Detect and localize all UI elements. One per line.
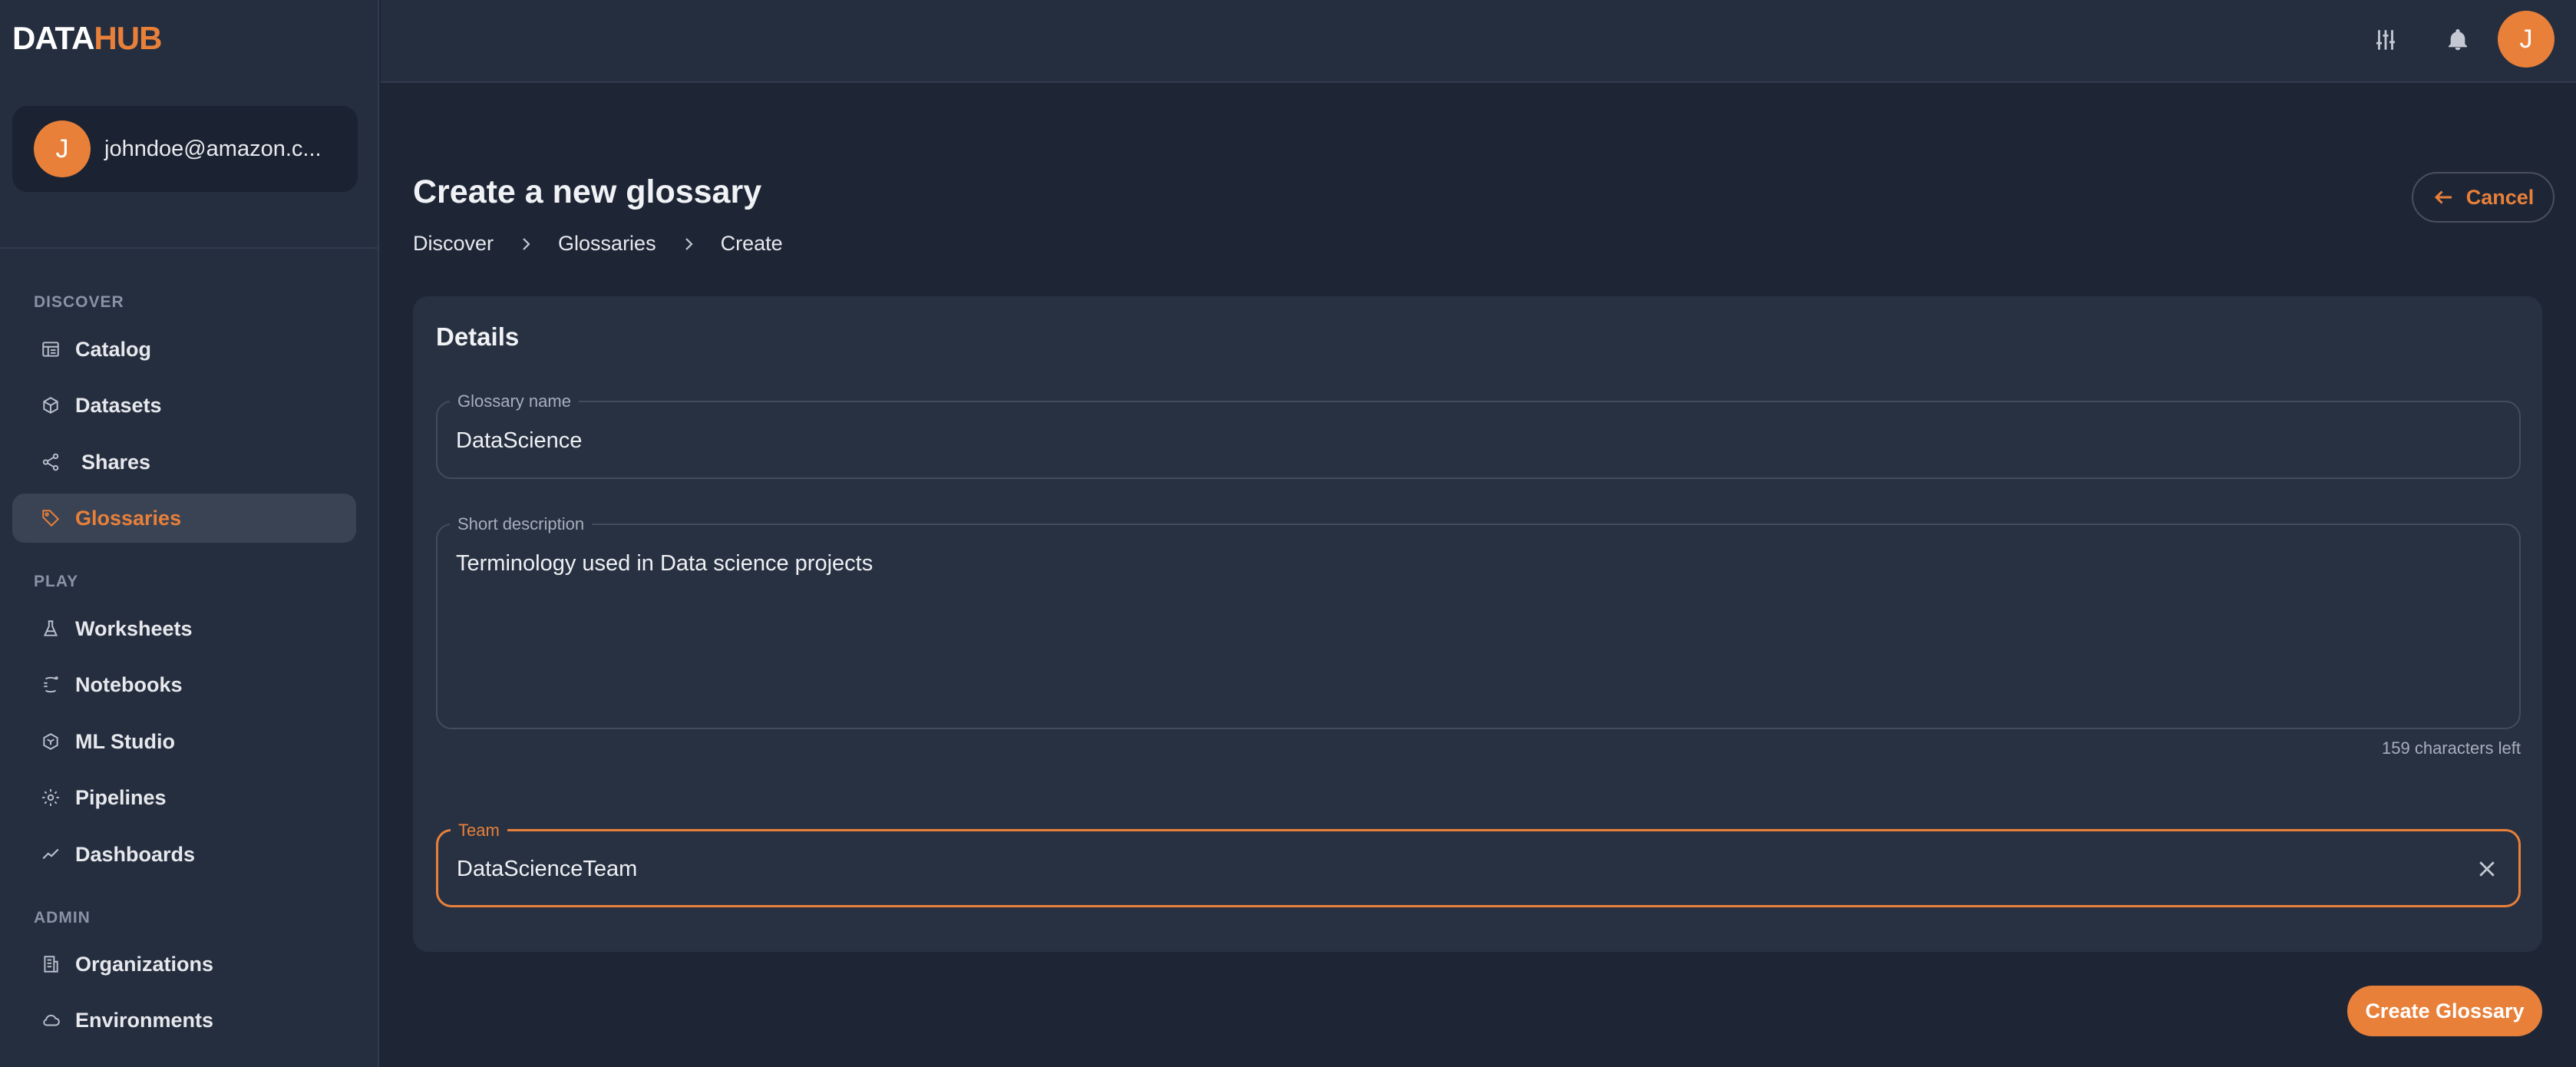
cancel-button[interactable]: Cancel (2412, 172, 2555, 223)
sidebar-item-label: Organizations (75, 952, 214, 976)
sidebar-item-glossaries[interactable]: Glossaries (12, 494, 356, 543)
sidebar-divider (0, 247, 379, 249)
glossary-name-label: Glossary name (450, 391, 579, 411)
sidebar-item-label: Glossaries (75, 506, 182, 530)
sidebar-item-pipelines[interactable]: Pipelines (12, 773, 356, 822)
breadcrumb-item-create: Create (720, 232, 783, 255)
team-field[interactable]: Team DataScienceTeam (436, 821, 2521, 907)
user-avatar-button[interactable]: J (2498, 11, 2555, 68)
sidebar-item-label: Catalog (75, 337, 152, 361)
notebook-icon (40, 674, 61, 695)
sidebar-item-datasets[interactable]: Datasets (12, 381, 356, 430)
cloud-icon (40, 1009, 61, 1031)
logo-text-data: DATA (12, 20, 94, 56)
breadcrumb: Discover Glossaries Create (413, 232, 783, 256)
sidebar-item-label: Shares (81, 450, 151, 474)
sidebar-item-label: ML Studio (75, 729, 175, 753)
card-title: Details (436, 322, 520, 351)
top-header: J (381, 0, 2576, 83)
user-card[interactable]: J johndoe@amazon.c... (12, 106, 358, 192)
glossary-name-field[interactable]: Glossary name DataScience (436, 391, 2521, 479)
chevron-right-icon (679, 235, 698, 253)
avatar: J (34, 121, 91, 177)
arrow-left-icon (2434, 190, 2452, 204)
sidebar-item-worksheets[interactable]: Worksheets (12, 604, 356, 653)
sidebar-item-dashboards[interactable]: Dashboards (12, 830, 356, 879)
logo-text-hub: HUB (94, 20, 162, 56)
close-icon[interactable] (2474, 856, 2500, 882)
breadcrumb-item-discover[interactable]: Discover (413, 232, 494, 256)
team-label: Team (451, 821, 507, 841)
sidebar-item-environments[interactable]: Environments (12, 996, 356, 1045)
sidebar-item-ml-studio[interactable]: ML Studio (12, 717, 356, 766)
gear-icon (40, 787, 61, 808)
sidebar-item-organizations[interactable]: Organizations (12, 940, 356, 989)
catalog-icon (40, 339, 61, 360)
chart-line-icon (40, 844, 61, 865)
sidebar-item-label: Worksheets (75, 616, 193, 640)
short-description-label: Short description (450, 514, 593, 534)
settings-sliders-icon[interactable] (2369, 23, 2403, 57)
bell-icon[interactable] (2441, 23, 2475, 57)
characters-left-helper: 159 characters left (2382, 738, 2521, 758)
sidebar-item-label: Pipelines (75, 785, 167, 809)
sidebar-item-shares[interactable]: Shares (12, 438, 356, 487)
create-glossary-button[interactable]: Create Glossary (2347, 986, 2542, 1036)
sidebar-item-label: Datasets (75, 393, 162, 417)
sidebar-item-label: Notebooks (75, 672, 183, 696)
short-description-textarea[interactable]: Terminology used in Data science project… (456, 551, 873, 576)
sidebar: DATAHUB J johndoe@amazon.c... DISCOVER C… (0, 0, 379, 1067)
glossary-name-input[interactable]: DataScience (456, 428, 582, 454)
sidebar-item-label: Dashboards (75, 842, 196, 866)
cancel-label: Cancel (2465, 185, 2535, 209)
section-title-play: PLAY (34, 573, 79, 590)
section-title-admin: ADMIN (34, 909, 91, 927)
building-icon (40, 953, 61, 975)
sidebar-item-notebooks[interactable]: Notebooks (12, 660, 356, 709)
short-description-field[interactable]: Short description Terminology used in Da… (436, 514, 2521, 729)
share-icon (40, 451, 61, 473)
team-input[interactable]: DataScienceTeam (457, 857, 637, 882)
tag-icon (40, 507, 61, 529)
cube-icon (40, 395, 61, 416)
sidebar-item-label: Environments (75, 1008, 214, 1032)
user-email: johndoe@amazon.c... (104, 136, 322, 161)
flask-icon (40, 618, 61, 639)
page-title: Create a new glossary (413, 173, 762, 210)
logo[interactable]: DATAHUB (12, 20, 162, 57)
sidebar-item-catalog[interactable]: Catalog (12, 325, 356, 374)
breadcrumb-item-glossaries[interactable]: Glossaries (558, 232, 656, 256)
section-title-discover: DISCOVER (34, 293, 124, 311)
details-card: Details Glossary name DataScience Short … (413, 296, 2542, 952)
chevron-right-icon (517, 235, 535, 253)
ml-icon (40, 731, 61, 752)
